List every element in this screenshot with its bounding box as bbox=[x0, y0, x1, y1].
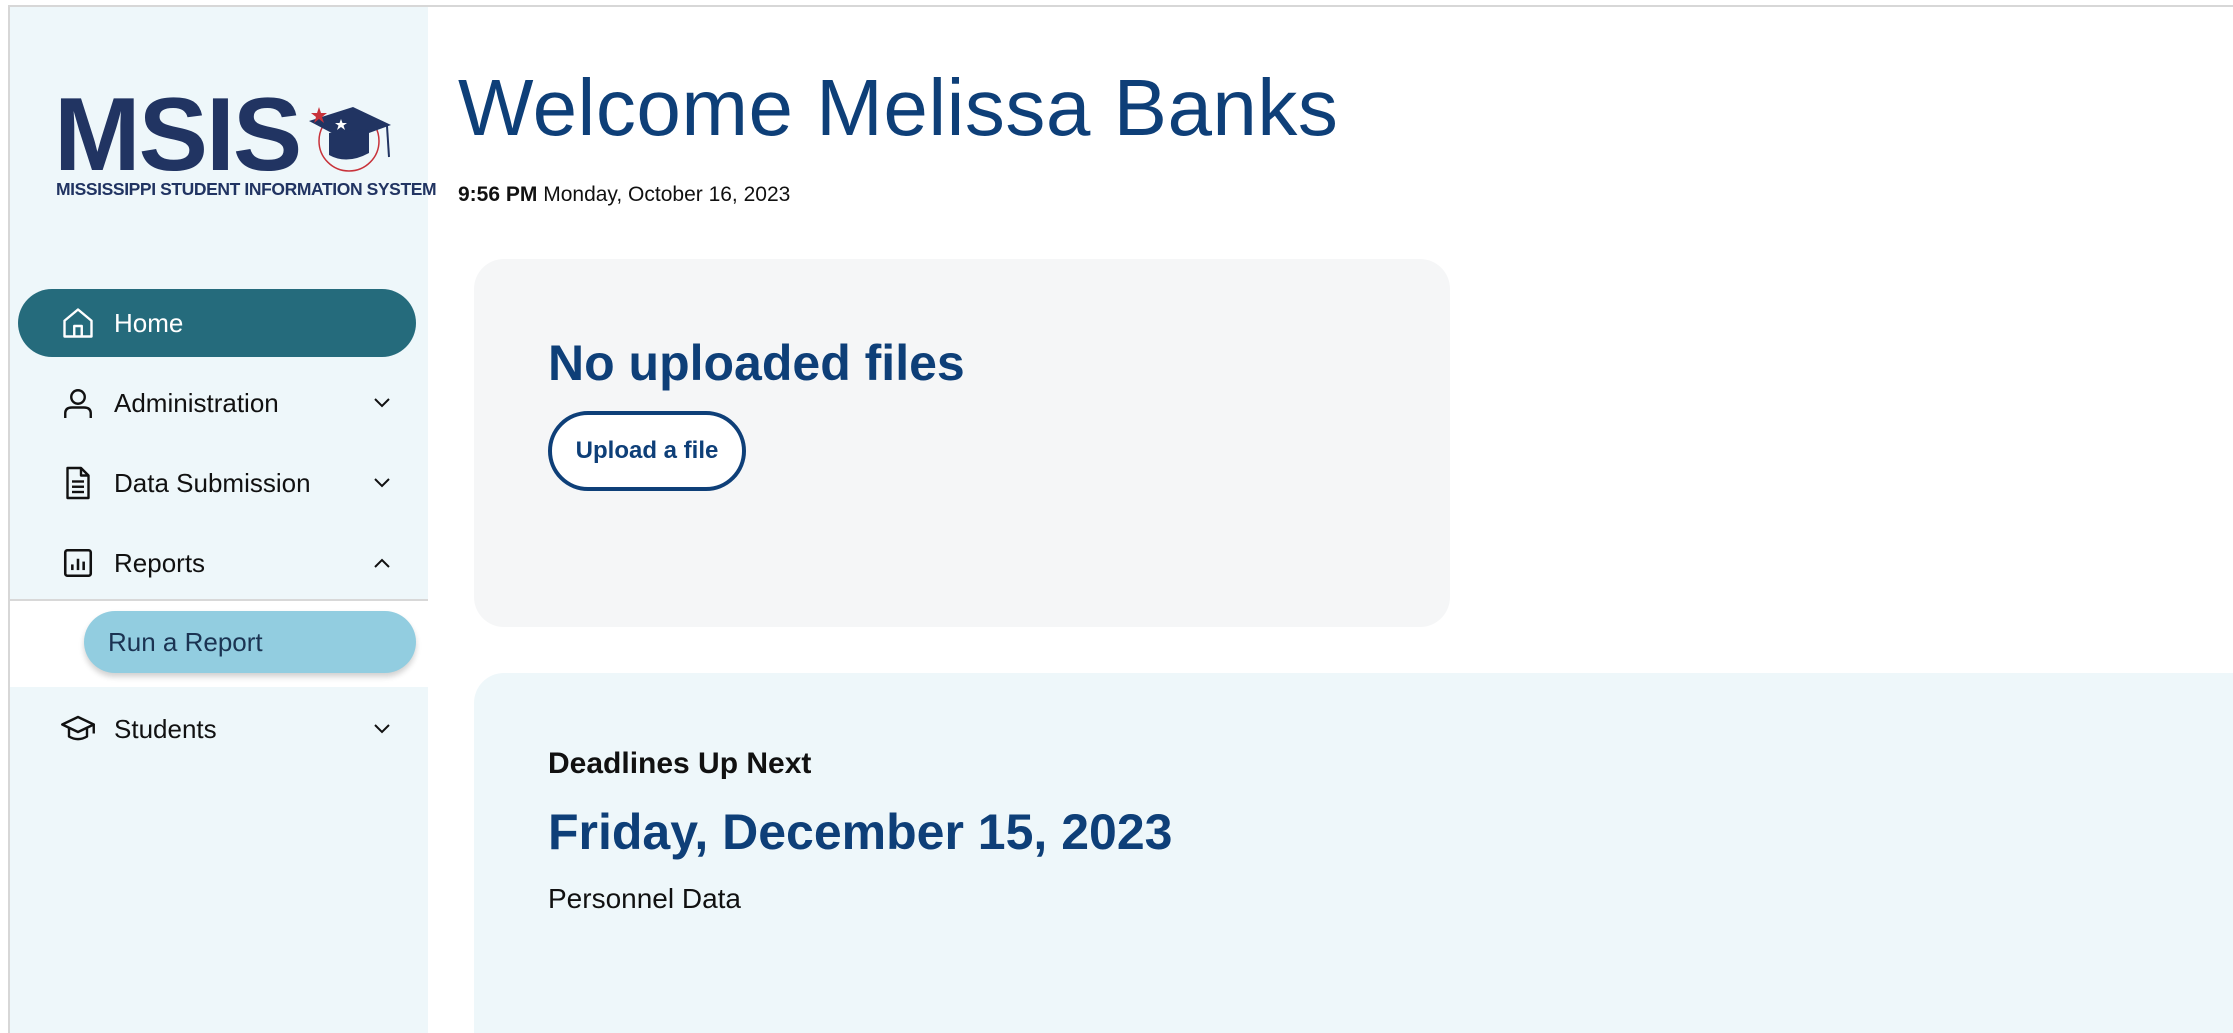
sidebar-item-label: Administration bbox=[114, 387, 279, 418]
uploaded-files-heading: No uploaded files bbox=[548, 335, 965, 391]
chevron-down-icon[interactable] bbox=[370, 717, 394, 741]
logo-subtitle: MISSISSIPPI STUDENT INFORMATION SYSTEM bbox=[56, 179, 437, 199]
run-a-report-button[interactable]: Run a Report bbox=[84, 611, 416, 673]
sidebar-item-administration[interactable]: Administration bbox=[18, 369, 416, 437]
deadlines-card: Deadlines Up Next Friday, December 15, 2… bbox=[474, 673, 2233, 1033]
sidebar-item-data-submission[interactable]: Data Submission bbox=[18, 449, 416, 517]
sidebar-item-label: Students bbox=[114, 713, 217, 744]
sidebar-item-reports[interactable]: Reports bbox=[18, 529, 416, 597]
chevron-up-icon[interactable] bbox=[370, 551, 394, 575]
graduation-cap-logo-icon bbox=[309, 107, 391, 172]
upload-file-label: Upload a file bbox=[575, 437, 719, 464]
home-icon bbox=[58, 303, 98, 343]
msis-logo[interactable]: MSIS MISSISSIPPI STUDENT INFORMATION SYS… bbox=[54, 77, 437, 203]
deadline-date: Friday, December 15, 2023 bbox=[548, 804, 1173, 860]
sidebar-item-home[interactable]: Home bbox=[18, 289, 416, 357]
bar-chart-icon bbox=[58, 543, 98, 583]
deadlines-heading: Deadlines Up Next bbox=[548, 747, 812, 780]
sidebar-item-label: Reports bbox=[114, 547, 206, 578]
current-time: 9:56 PM bbox=[458, 183, 538, 206]
sidebar-item-students[interactable]: Students bbox=[18, 695, 416, 763]
chevron-down-icon[interactable] bbox=[370, 471, 394, 495]
uploaded-files-card: No uploaded files Upload a file bbox=[474, 259, 1450, 627]
upload-file-button[interactable]: Upload a file bbox=[548, 411, 746, 491]
document-icon bbox=[58, 463, 98, 503]
chevron-down-icon[interactable] bbox=[370, 391, 394, 415]
logo-acronym: MSIS bbox=[54, 77, 302, 193]
sidebar-item-label: Home bbox=[114, 307, 184, 338]
sidebar-item-label: Data Submission bbox=[114, 467, 311, 498]
graduation-cap-icon bbox=[58, 709, 98, 749]
deadline-item: Personnel Data bbox=[548, 883, 742, 914]
reports-submenu: Run a Report bbox=[10, 599, 428, 687]
user-icon bbox=[58, 383, 98, 423]
run-a-report-label: Run a Report bbox=[108, 626, 263, 657]
sidebar: MSIS MISSISSIPPI STUDENT INFORMATION SYS… bbox=[10, 7, 437, 1033]
current-datetime: 9:56 PM Monday, October 16, 2023 bbox=[458, 183, 790, 207]
current-date: Monday, October 16, 2023 bbox=[543, 183, 791, 206]
page-title: Welcome Melissa Banks bbox=[458, 63, 1339, 152]
